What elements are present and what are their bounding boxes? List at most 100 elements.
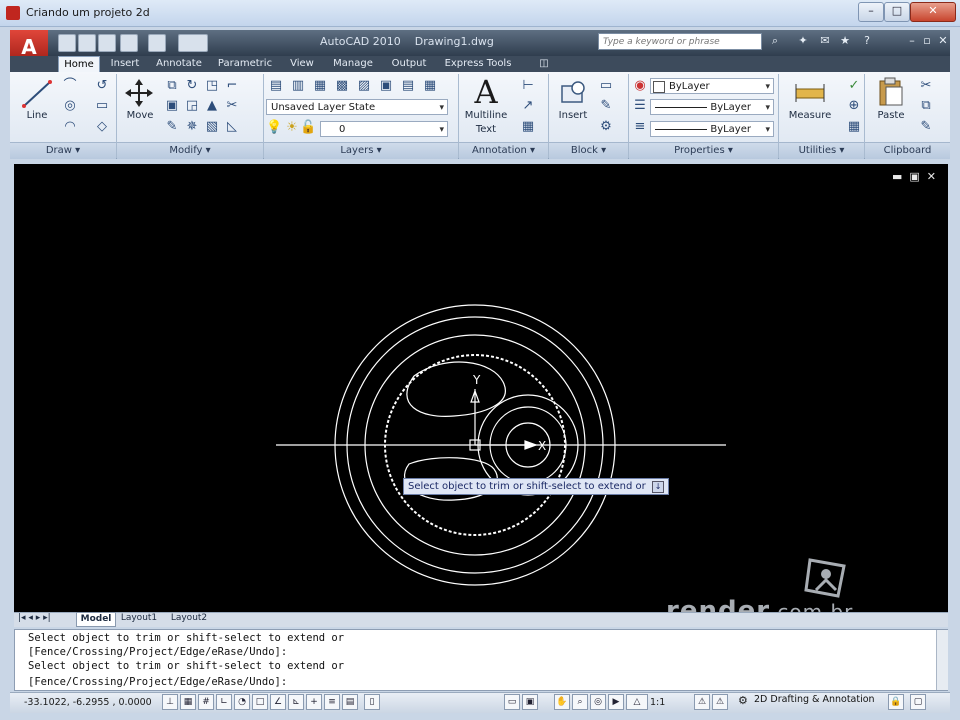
layer-previous-icon[interactable]: ▤ — [400, 78, 416, 94]
ribbon-minimize-icon[interactable]: ◫ — [534, 56, 554, 72]
steering-wheel-icon[interactable]: ◎ — [590, 694, 606, 710]
linetype-icon[interactable]: ☰ — [632, 98, 648, 114]
annotation-panel-label[interactable]: Annotation ▾ — [459, 142, 548, 159]
object-snap-icon[interactable]: □ — [252, 694, 268, 710]
scale-icon[interactable]: ◲ — [184, 98, 200, 114]
quick-select-icon[interactable]: ✓ — [846, 78, 862, 94]
draw-panel-label[interactable]: Draw ▾ — [10, 142, 116, 159]
polar-tracking-icon[interactable]: ◔ — [234, 694, 250, 710]
app-minimize-icon[interactable]: – — [905, 34, 919, 48]
zoom-icon[interactable]: ⌕ — [572, 694, 588, 710]
properties-panel-label[interactable]: Properties ▾ — [629, 142, 778, 159]
redo-icon[interactable] — [148, 34, 166, 52]
layer-lock-icon[interactable]: ▨ — [356, 78, 372, 94]
lock-icon[interactable]: 🔓 — [300, 120, 316, 136]
lineweight-icon[interactable]: ≡ — [632, 119, 648, 135]
create-block-icon[interactable]: ▭ — [598, 78, 614, 94]
minimize-button[interactable]: – — [858, 2, 884, 22]
app-close-icon[interactable]: ✕ — [936, 34, 950, 48]
color-wheel-icon[interactable]: ◉ — [632, 78, 648, 94]
tab-home[interactable]: Home — [58, 56, 100, 73]
rectangle-icon[interactable]: ↺ — [94, 78, 110, 94]
id-point-icon[interactable]: ⊕ — [846, 98, 862, 114]
object-snap-tracking-icon[interactable]: ∠ — [270, 694, 286, 710]
tab-annotate[interactable]: Annotate — [150, 56, 208, 72]
quick-view-drawings-icon[interactable]: ▣ — [522, 694, 538, 710]
close-window-button[interactable]: ✕ — [910, 2, 956, 22]
toolbar-lock-icon[interactable]: 🔒 — [888, 694, 904, 710]
clean-screen-icon[interactable]: ▢ — [910, 694, 926, 710]
tab-layout1[interactable]: Layout1 — [118, 612, 160, 625]
annotation-visibility-icon[interactable]: ⚠ — [694, 694, 710, 710]
layer-freeze-icon[interactable]: ▩ — [334, 78, 350, 94]
mirror-icon[interactable]: ◳ — [204, 78, 220, 94]
quick-properties-icon[interactable]: ▤ — [342, 694, 358, 710]
new-file-icon[interactable] — [58, 34, 76, 52]
layer-iso-icon[interactable]: ▥ — [290, 78, 306, 94]
attribute-icon[interactable]: ⚙ — [598, 119, 614, 135]
showmotion-icon[interactable]: ▶ — [608, 694, 624, 710]
copy-icon[interactable]: ⧉ — [164, 78, 180, 94]
dynamic-input-icon[interactable]: + — [306, 694, 322, 710]
snap-mode-icon[interactable]: ▦ — [180, 694, 196, 710]
workspace-gear-icon[interactable]: ⚙ — [738, 694, 752, 708]
measure-button[interactable] — [794, 80, 826, 106]
help-search-input[interactable]: Type a keyword or phrase — [598, 33, 762, 50]
block-panel-label[interactable]: Block ▾ — [549, 142, 628, 159]
tooltip-dropdown-icon[interactable]: ↓ — [652, 481, 665, 493]
undo-icon[interactable] — [120, 34, 138, 52]
tab-output[interactable]: Output — [384, 56, 434, 72]
leader-icon[interactable]: ↗ — [520, 98, 536, 114]
app-restore-icon[interactable]: ▫ — [920, 34, 934, 48]
move-tool-button[interactable] — [124, 78, 154, 108]
calculator-icon[interactable]: ▦ — [846, 119, 862, 135]
layer-state-dropdown[interactable]: Unsaved Layer State — [266, 99, 448, 116]
command-scrollbar[interactable] — [936, 630, 948, 690]
rotate-icon[interactable]: ↻ — [184, 78, 200, 94]
circle-icon[interactable]: ◎ — [62, 98, 78, 114]
layout-nav-buttons[interactable]: |◂ ◂ ▸ ▸| — [18, 612, 51, 625]
viewport-controls[interactable]: ▬ ▣ ✕ — [892, 170, 936, 183]
modify-panel-label[interactable]: Modify ▾ — [117, 142, 263, 159]
explode-icon[interactable]: ✵ — [184, 119, 200, 135]
cut-icon[interactable]: ✂ — [918, 78, 934, 94]
workspace-switcher[interactable]: 2D Drafting & Annotation — [754, 694, 875, 705]
tab-express-tools[interactable]: Express Tools — [438, 56, 518, 72]
hatch-icon[interactable]: ▭ — [94, 98, 110, 114]
table-icon[interactable]: ▦ — [520, 119, 536, 135]
chamfer-icon[interactable]: ◺ — [224, 119, 240, 135]
tab-model[interactable]: Model — [76, 612, 116, 627]
layer-match-icon[interactable]: ▣ — [378, 78, 394, 94]
lightbulb-icon[interactable]: 💡 — [266, 120, 282, 136]
infer-constraints-icon[interactable]: ⊥ — [162, 694, 178, 710]
save-icon[interactable] — [98, 34, 116, 52]
current-layer-dropdown[interactable]: 0 — [320, 121, 448, 138]
coordinates-readout[interactable]: -33.1022, -6.2955 , 0.0000 — [24, 697, 152, 708]
layer-properties-icon[interactable]: ▤ — [268, 78, 284, 94]
model-space-icon[interactable]: ▯ — [364, 694, 380, 710]
edit-block-icon[interactable]: ✎ — [598, 98, 614, 114]
pan-icon[interactable]: ✋ — [554, 694, 570, 710]
multiline-text-button[interactable]: A — [470, 74, 502, 110]
tab-parametric[interactable]: Parametric — [212, 56, 278, 72]
tab-view[interactable]: View — [282, 56, 322, 72]
match-properties-icon[interactable]: ✎ — [918, 119, 934, 135]
sun-icon[interactable]: ☀ — [284, 120, 300, 136]
layers-panel-label[interactable]: Layers ▾ — [264, 142, 458, 159]
line-tool-button[interactable] — [20, 78, 54, 108]
tab-manage[interactable]: Manage — [326, 56, 380, 72]
open-file-icon[interactable] — [78, 34, 96, 52]
auto-scale-icon[interactable]: ⚠ — [712, 694, 728, 710]
tab-insert[interactable]: Insert — [104, 56, 146, 72]
dimension-icon[interactable]: ⊢ — [520, 78, 536, 94]
lineweight-toggle-icon[interactable]: ≡ — [324, 694, 340, 710]
insert-block-button[interactable] — [558, 78, 588, 108]
fillet-icon[interactable]: ⌐ — [224, 78, 240, 94]
favorites-star-icon[interactable]: ★ — [838, 34, 852, 48]
array-icon[interactable]: ▲ — [204, 98, 220, 114]
maximize-button[interactable]: □ — [884, 2, 910, 22]
command-prompt-line[interactable]: [Fence/Crossing/Project/Edge/eRase/Undo]… — [28, 676, 287, 688]
drawing-canvas[interactable]: Y X — [14, 164, 948, 612]
clipboard-panel-label[interactable]: Clipboard — [865, 142, 950, 159]
trim-icon[interactable]: ✂ — [224, 98, 240, 114]
